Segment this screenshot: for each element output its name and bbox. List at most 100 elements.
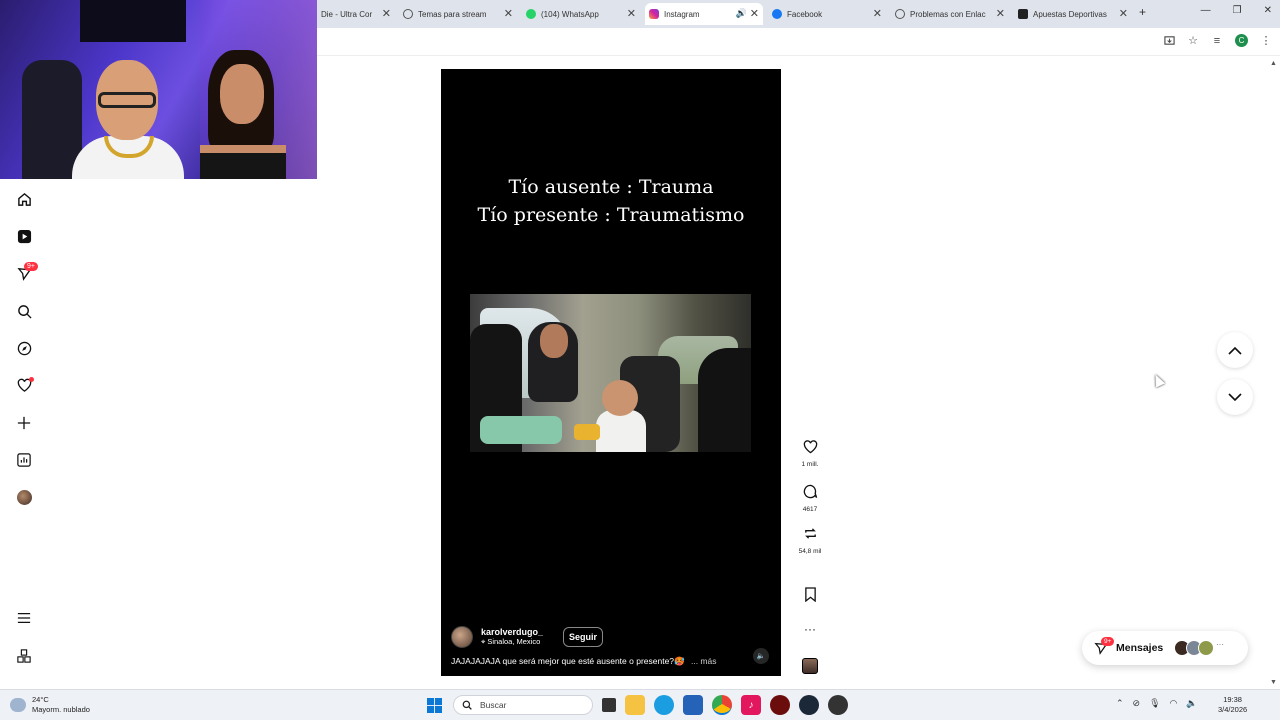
scroll-up-arrow[interactable]: ▲ xyxy=(1270,60,1277,67)
comment-count: 4617 xyxy=(802,506,818,513)
store-icon[interactable] xyxy=(683,695,703,715)
create-icon[interactable] xyxy=(16,415,32,431)
close-icon[interactable]: ✕ xyxy=(504,7,513,20)
search-icon[interactable] xyxy=(16,303,32,319)
scroll-down-arrow[interactable]: ▼ xyxy=(1270,679,1277,686)
close-icon[interactable]: ✕ xyxy=(382,7,391,20)
file-explorer-icon[interactable] xyxy=(625,695,645,715)
more-icon[interactable]: ··· xyxy=(794,622,826,636)
steam-icon[interactable] xyxy=(799,695,819,715)
more-link[interactable]: ... más xyxy=(691,656,717,666)
tab-label: Die - Ultra Cor xyxy=(321,9,373,19)
weather-text: Mayorm. nublado xyxy=(32,705,90,714)
edge-icon[interactable] xyxy=(654,695,674,715)
repost-button[interactable]: 54,8 mil xyxy=(794,526,826,555)
menu-icon[interactable] xyxy=(16,610,32,626)
messages-button[interactable]: 9+ Mensajes ··· xyxy=(1082,631,1248,665)
caption-line: Tío ausente : Trauma xyxy=(508,176,714,198)
more-vert-icon[interactable]: ⋮ xyxy=(1260,35,1272,47)
screen: Die - Ultra Cor ✕ Temas para stream ✕ (1… xyxy=(0,0,1280,720)
chatgpt-icon xyxy=(895,9,905,19)
video-frame xyxy=(470,294,751,452)
tab-label: Problemas con Enlac xyxy=(910,9,986,19)
instagram-icon xyxy=(649,9,659,19)
volume-icon[interactable]: 🔈 xyxy=(1186,698,1197,709)
minimize-icon[interactable]: — xyxy=(1201,5,1211,16)
next-reel-button[interactable] xyxy=(1217,379,1253,415)
reel-video[interactable]: Tío ausente : Trauma Tío presente : Trau… xyxy=(441,69,781,676)
close-icon[interactable]: ✕ xyxy=(750,7,759,20)
mouse-cursor xyxy=(1150,372,1166,388)
audio-avatar[interactable] xyxy=(802,658,818,674)
comment-icon xyxy=(803,484,817,499)
username-link[interactable]: karolverdugo_ xyxy=(481,627,543,637)
location-text: Sinaloa, Mexico xyxy=(487,637,541,646)
close-window-icon[interactable]: ✕ xyxy=(1264,5,1272,16)
webcam-overlay xyxy=(0,0,317,179)
tiktok-icon[interactable]: ♪ xyxy=(741,695,761,715)
chatgpt-icon xyxy=(403,9,413,19)
chrome-icon[interactable] xyxy=(712,695,732,715)
avatar[interactable] xyxy=(16,489,32,505)
task-view-icon[interactable] xyxy=(602,698,616,712)
app-icon[interactable] xyxy=(770,695,790,715)
save-button[interactable] xyxy=(794,587,826,607)
location-label[interactable]: ⌖ Sinaloa, Mexico xyxy=(481,637,543,647)
chevron-down-icon xyxy=(1228,392,1242,401)
mic-icon[interactable]: 🎙 xyxy=(1149,698,1160,709)
app-icon[interactable] xyxy=(828,695,848,715)
explore-icon[interactable] xyxy=(16,340,32,356)
maximize-icon[interactable]: ❐ xyxy=(1233,5,1242,16)
tab-label: Instagram xyxy=(664,9,700,19)
home-icon[interactable] xyxy=(16,191,32,207)
taskbar-search[interactable]: Buscar xyxy=(453,695,593,715)
like-count: 1 mill. xyxy=(801,461,819,468)
follow-button[interactable]: Seguir xyxy=(563,627,604,647)
close-icon[interactable]: ✕ xyxy=(873,7,882,20)
tab-instagram[interactable]: Instagram 🔊 ✕ xyxy=(645,3,763,25)
tab[interactable]: Apuestas Deportivas ✕ xyxy=(1014,3,1132,25)
taskbar: 24°C Mayorm. nublado Buscar ♪ ⌃ ⊘ 🎙 ◠ 🔈 … xyxy=(0,689,1280,720)
close-icon[interactable]: ✕ xyxy=(996,7,1005,20)
notification-dot xyxy=(29,377,34,382)
search-placeholder: Buscar xyxy=(480,700,507,710)
repost-icon xyxy=(804,528,816,539)
avatar[interactable] xyxy=(451,626,473,648)
tab[interactable]: Die - Ultra Cor ✕ xyxy=(317,3,395,25)
tab[interactable]: (104) WhatsApp ✕ xyxy=(522,3,640,25)
tab[interactable]: Problemas con Enlac ✕ xyxy=(891,3,1009,25)
new-tab-icon[interactable]: + xyxy=(1139,5,1146,19)
close-icon[interactable]: ✕ xyxy=(627,7,636,20)
speaker-icon[interactable]: 🔊 xyxy=(736,8,747,19)
taskbar-clock[interactable]: 19:38 3/4/2026 xyxy=(1218,695,1247,715)
reading-list-icon[interactable]: ≡ xyxy=(1211,35,1223,47)
install-icon[interactable] xyxy=(1163,35,1175,47)
avatar[interactable]: C xyxy=(1235,34,1248,47)
date: 3/4/2026 xyxy=(1218,705,1248,714)
page-icon xyxy=(1018,9,1028,19)
reel-author: karolverdugo_ ⌖ Sinaloa, Mexico Seguir xyxy=(451,626,604,648)
tab[interactable]: Facebook ✕ xyxy=(768,3,886,25)
star-icon[interactable]: ☆ xyxy=(1187,35,1199,47)
windows-start-icon[interactable] xyxy=(424,695,444,715)
volume-icon[interactable]: 🔈 xyxy=(753,648,769,664)
browser-toolbar: ☆ ≡ C ⋮ xyxy=(317,28,1280,56)
weather-widget[interactable]: 24°C Mayorm. nublado xyxy=(10,695,90,715)
chevron-up-icon[interactable]: ⌃ xyxy=(1116,698,1124,709)
repost-count: 54,8 mil xyxy=(798,548,822,555)
apps-icon[interactable] xyxy=(16,648,32,664)
previous-reel-button[interactable] xyxy=(1217,332,1253,368)
chevron-up-icon xyxy=(1228,346,1242,355)
reels-icon[interactable] xyxy=(16,228,32,244)
reel-description: JAJAJAJAJA que será mejor que esté ausen… xyxy=(451,656,717,667)
messages-label: Mensajes xyxy=(1116,642,1164,654)
tab[interactable]: Temas para stream ✕ xyxy=(399,3,517,25)
close-icon[interactable]: ✕ xyxy=(1119,7,1128,20)
wifi-icon[interactable]: ◠ xyxy=(1170,698,1178,709)
network-icon[interactable]: ⊘ xyxy=(1133,698,1141,709)
comment-button[interactable]: 4617 xyxy=(794,484,826,513)
dashboard-icon[interactable] xyxy=(16,452,32,468)
tab-label: Temas para stream xyxy=(418,9,487,19)
like-button[interactable]: 1 mill. xyxy=(794,440,826,468)
notification-badge: 9+ xyxy=(24,262,38,271)
